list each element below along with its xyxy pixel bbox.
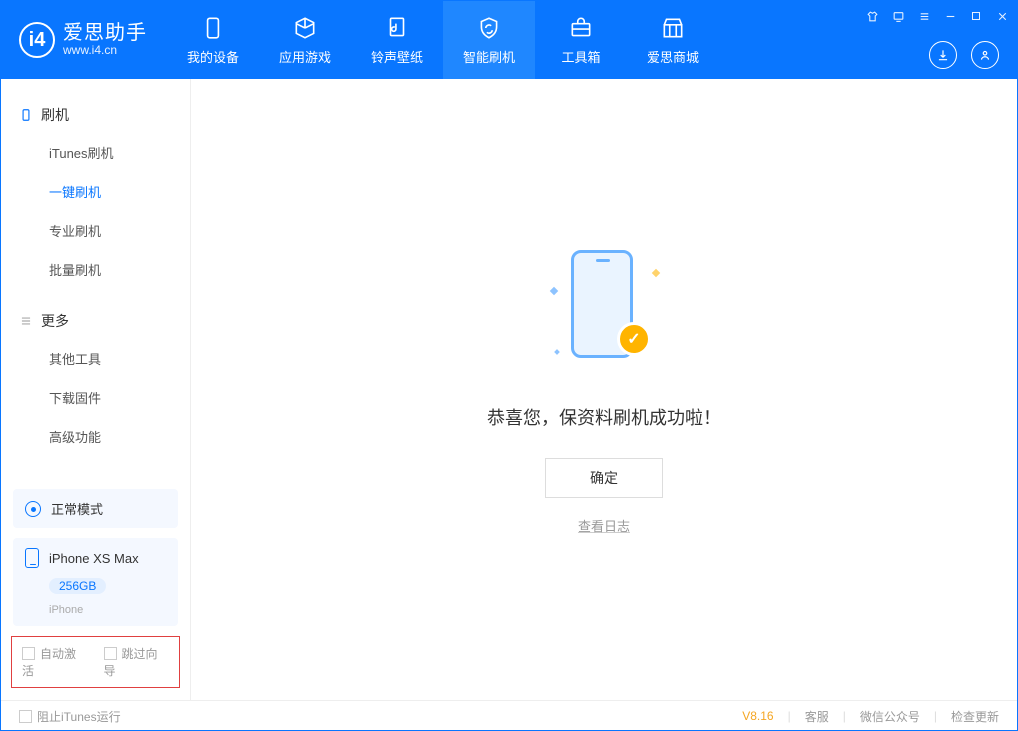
app-logo: i4 爱思助手 www.i4.cn bbox=[1, 1, 167, 79]
toolbox-icon bbox=[568, 15, 594, 41]
view-log-link[interactable]: 查看日志 bbox=[578, 516, 630, 535]
success-illustration: ✓ bbox=[549, 244, 659, 374]
skin-button[interactable] bbox=[863, 7, 881, 25]
main-content: ✓ 恭喜您，保资料刷机成功啦！ 确定 查看日志 bbox=[191, 79, 1017, 700]
checkbox-auto-activate[interactable]: 自动激活 bbox=[22, 645, 88, 679]
nav-tab-my-device[interactable]: 我的设备 bbox=[167, 1, 259, 79]
check-icon: ✓ bbox=[617, 322, 651, 356]
shield-refresh-icon bbox=[476, 15, 502, 41]
device-icon bbox=[25, 548, 39, 568]
nav-tab-store[interactable]: 爱思商城 bbox=[627, 1, 719, 79]
download-manager-button[interactable] bbox=[929, 41, 957, 69]
sidebar-item-other-tools[interactable]: 其他工具 bbox=[1, 339, 190, 378]
maximize-button[interactable] bbox=[967, 7, 985, 25]
nav-tab-apps-games[interactable]: 应用游戏 bbox=[259, 1, 351, 79]
menu-icon bbox=[19, 314, 33, 328]
titlebar: i4 爱思助手 www.i4.cn 我的设备 应用游戏 铃声壁纸 智能刷机 工具… bbox=[1, 1, 1017, 79]
phone-icon bbox=[200, 15, 226, 41]
options-highlight-box: 自动激活 跳过向导 bbox=[11, 636, 180, 688]
ok-button[interactable]: 确定 bbox=[545, 458, 663, 498]
close-button[interactable] bbox=[993, 7, 1011, 25]
sidebar-group-flash: 刷机 bbox=[1, 97, 190, 133]
device-capacity-badge: 256GB bbox=[49, 578, 106, 594]
store-icon bbox=[660, 15, 686, 41]
device-mode-card[interactable]: 正常模式 bbox=[13, 489, 178, 528]
sidebar-item-itunes-flash[interactable]: iTunes刷机 bbox=[1, 133, 190, 172]
sidebar-item-batch-flash[interactable]: 批量刷机 bbox=[1, 250, 190, 289]
footer-link-wechat[interactable]: 微信公众号 bbox=[860, 708, 920, 725]
sidebar-item-onekey-flash[interactable]: 一键刷机 bbox=[1, 172, 190, 211]
device-mode-label: 正常模式 bbox=[51, 499, 103, 518]
app-name-cn: 爱思助手 bbox=[63, 22, 147, 44]
checkbox-skip-guide[interactable]: 跳过向导 bbox=[104, 645, 170, 679]
minimize-button[interactable] bbox=[941, 7, 959, 25]
menu-button[interactable] bbox=[915, 7, 933, 25]
logo-icon: i4 bbox=[19, 22, 55, 58]
mode-icon bbox=[25, 501, 41, 517]
nav-tab-smart-flash[interactable]: 智能刷机 bbox=[443, 1, 535, 79]
success-message: 恭喜您，保资料刷机成功啦！ bbox=[487, 404, 721, 430]
footer-link-support[interactable]: 客服 bbox=[805, 708, 829, 725]
version-label: V8.16 bbox=[742, 709, 773, 723]
nav-tabs: 我的设备 应用游戏 铃声壁纸 智能刷机 工具箱 爱思商城 bbox=[167, 1, 719, 79]
nav-tab-toolbox[interactable]: 工具箱 bbox=[535, 1, 627, 79]
cube-icon bbox=[292, 15, 318, 41]
nav-tab-ringtones-wallpapers[interactable]: 铃声壁纸 bbox=[351, 1, 443, 79]
device-name: iPhone XS Max bbox=[49, 551, 139, 566]
feedback-button[interactable] bbox=[889, 7, 907, 25]
checkbox-block-itunes[interactable]: 阻止iTunes运行 bbox=[19, 708, 121, 725]
app-name-en: www.i4.cn bbox=[63, 44, 147, 57]
device-icon bbox=[19, 106, 33, 124]
statusbar: 阻止iTunes运行 V8.16 | 客服 | 微信公众号 | 检查更新 bbox=[1, 700, 1017, 731]
sidebar: 刷机 iTunes刷机 一键刷机 专业刷机 批量刷机 更多 其他工具 下载固件 … bbox=[1, 79, 191, 700]
account-button[interactable] bbox=[971, 41, 999, 69]
music-file-icon bbox=[384, 15, 410, 41]
device-type: iPhone bbox=[49, 604, 166, 616]
sidebar-item-advanced[interactable]: 高级功能 bbox=[1, 417, 190, 456]
device-info-card[interactable]: iPhone XS Max 256GB iPhone bbox=[13, 538, 178, 626]
footer-link-update[interactable]: 检查更新 bbox=[951, 708, 999, 725]
sidebar-item-download-firmware[interactable]: 下载固件 bbox=[1, 378, 190, 417]
sidebar-item-pro-flash[interactable]: 专业刷机 bbox=[1, 211, 190, 250]
sidebar-group-more: 更多 bbox=[1, 303, 190, 339]
